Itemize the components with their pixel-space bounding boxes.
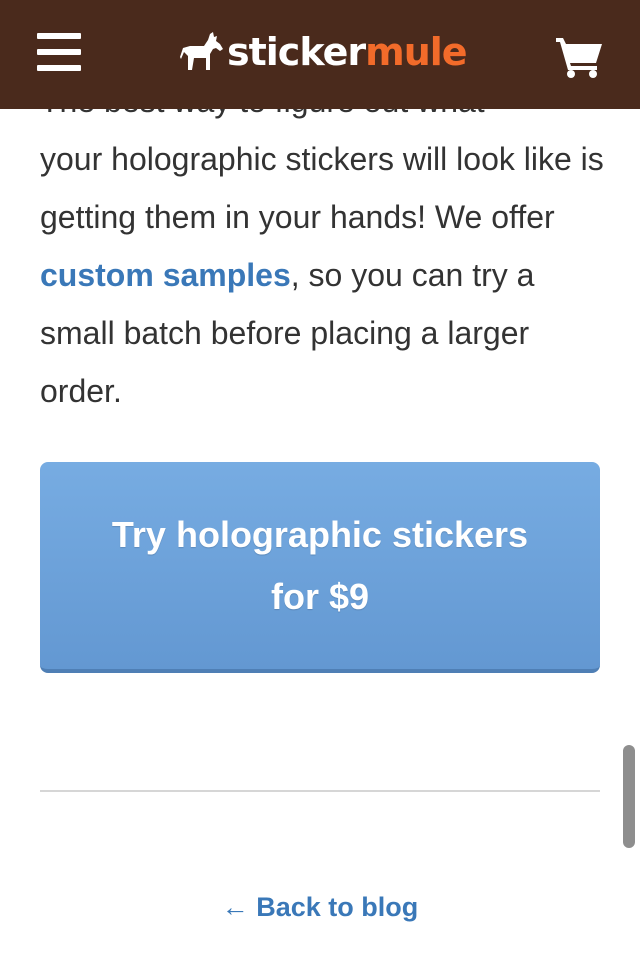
page: The best way to figure out whatyour holo… [0,0,640,959]
site-header: stickermule [0,0,640,109]
logo-text: stickermule [227,30,468,74]
cta-label: Try holographic stickers for $9 [111,513,529,617]
cart-icon[interactable] [556,36,604,78]
logo[interactable]: stickermule [180,30,468,74]
custom-samples-link[interactable]: custom samples [40,257,291,293]
back-to-blog-label: Back to blog [256,892,419,922]
article-paragraph: The best way to figure out whatyour holo… [40,72,610,420]
logo-prefix: sticker [227,30,366,74]
back-to-blog-link[interactable]: ← Back to blog [0,892,640,923]
menu-icon [37,33,81,39]
paragraph-text: your holographic stickers will look like… [40,141,604,235]
mule-icon [180,32,223,70]
divider [40,790,600,792]
logo-suffix: mule [365,30,467,74]
article-body: The best way to figure out whatyour holo… [40,72,610,420]
try-holographic-stickers-button[interactable]: Try holographic stickers for $9 [40,462,600,673]
back-arrow-icon: ← [221,892,249,922]
menu-button[interactable] [37,33,81,71]
scrollbar[interactable] [623,745,635,848]
